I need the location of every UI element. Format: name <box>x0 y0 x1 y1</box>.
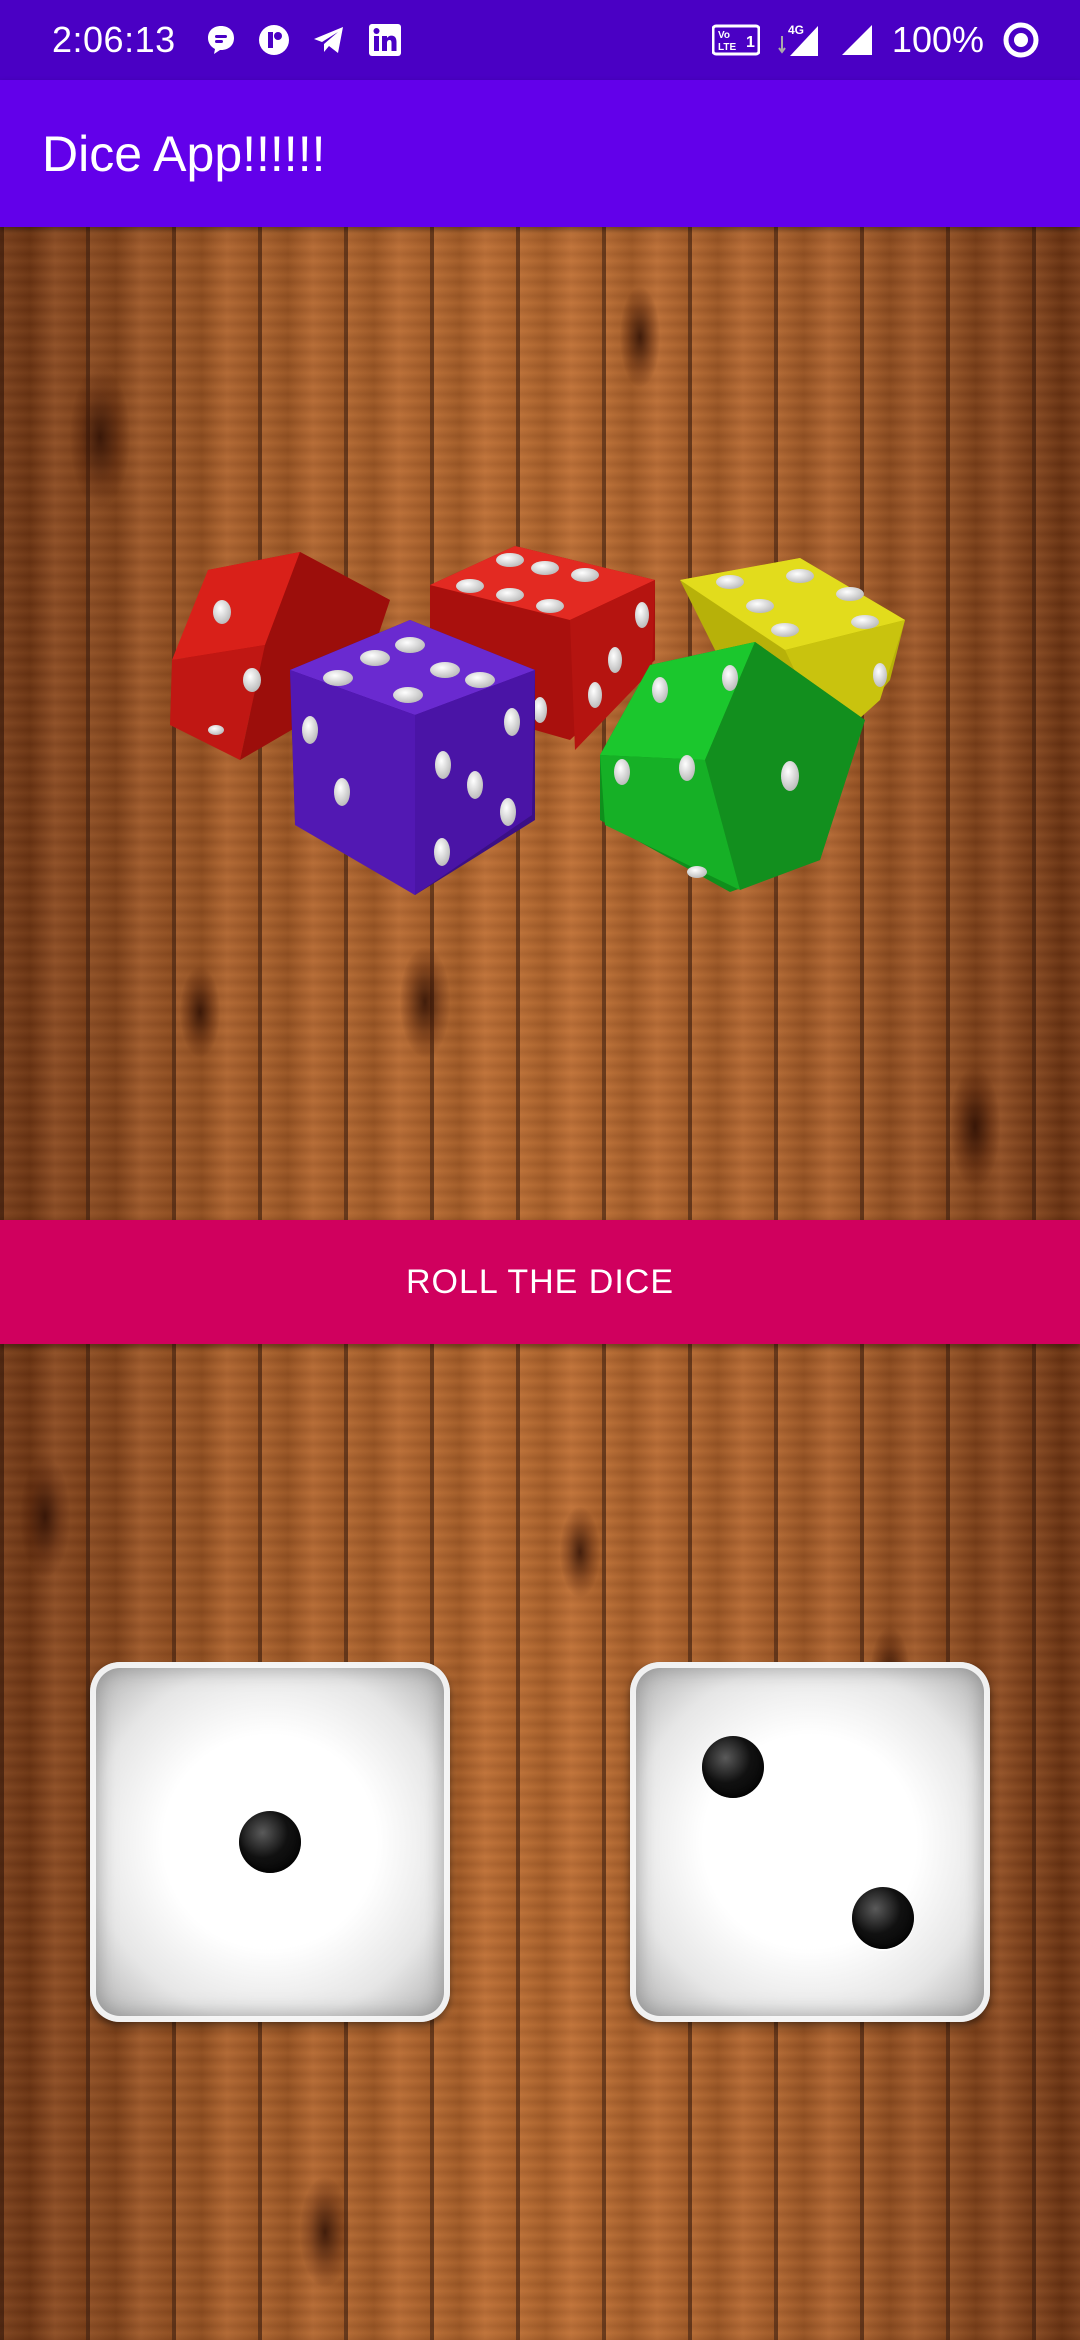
die-pip <box>702 1736 764 1798</box>
wood-knot <box>950 1067 1000 1187</box>
purple-die <box>290 620 535 895</box>
volte-icon: Vo LTE 1 <box>711 23 760 57</box>
wood-knot <box>560 1507 600 1597</box>
svg-text:Vo: Vo <box>718 30 730 41</box>
die-pip <box>239 1811 301 1873</box>
svg-text:LTE: LTE <box>718 42 736 53</box>
system-indicators: Vo LTE 1 4G 100% <box>711 19 1040 61</box>
dice-group-image <box>160 540 920 920</box>
svg-text:1: 1 <box>746 34 755 51</box>
die-pip <box>852 1887 914 1949</box>
wood-knot <box>70 367 130 507</box>
result-die-right[interactable] <box>630 1662 990 2022</box>
wood-knot <box>20 1457 70 1577</box>
telegram-icon <box>312 25 346 55</box>
chat-bubble-icon <box>206 24 236 56</box>
status-time: 2:06:13 <box>52 19 176 60</box>
wood-knot <box>180 967 220 1057</box>
notification-icons <box>206 23 402 57</box>
linkedin-icon <box>368 23 402 57</box>
wood-knot <box>620 287 660 387</box>
wood-knot <box>400 947 450 1057</box>
signal-icon <box>838 23 874 57</box>
svg-text:4G: 4G <box>788 23 804 37</box>
result-die-left[interactable] <box>90 1662 450 2022</box>
battery-ring-icon <box>1002 21 1040 59</box>
wood-knot <box>300 2177 350 2287</box>
app-badge-icon <box>258 24 290 56</box>
app-bar: Dice App!!!!!! <box>0 80 1080 227</box>
app-title: Dice App!!!!!! <box>42 125 326 182</box>
roll-the-dice-button[interactable]: ROLL THE DICE <box>0 1220 1080 1344</box>
network-4g-icon: 4G <box>778 22 820 58</box>
status-bar: 2:06:13 Vo LTE 1 4G 100% <box>0 0 1080 80</box>
battery-percent: 100% <box>891 19 984 60</box>
